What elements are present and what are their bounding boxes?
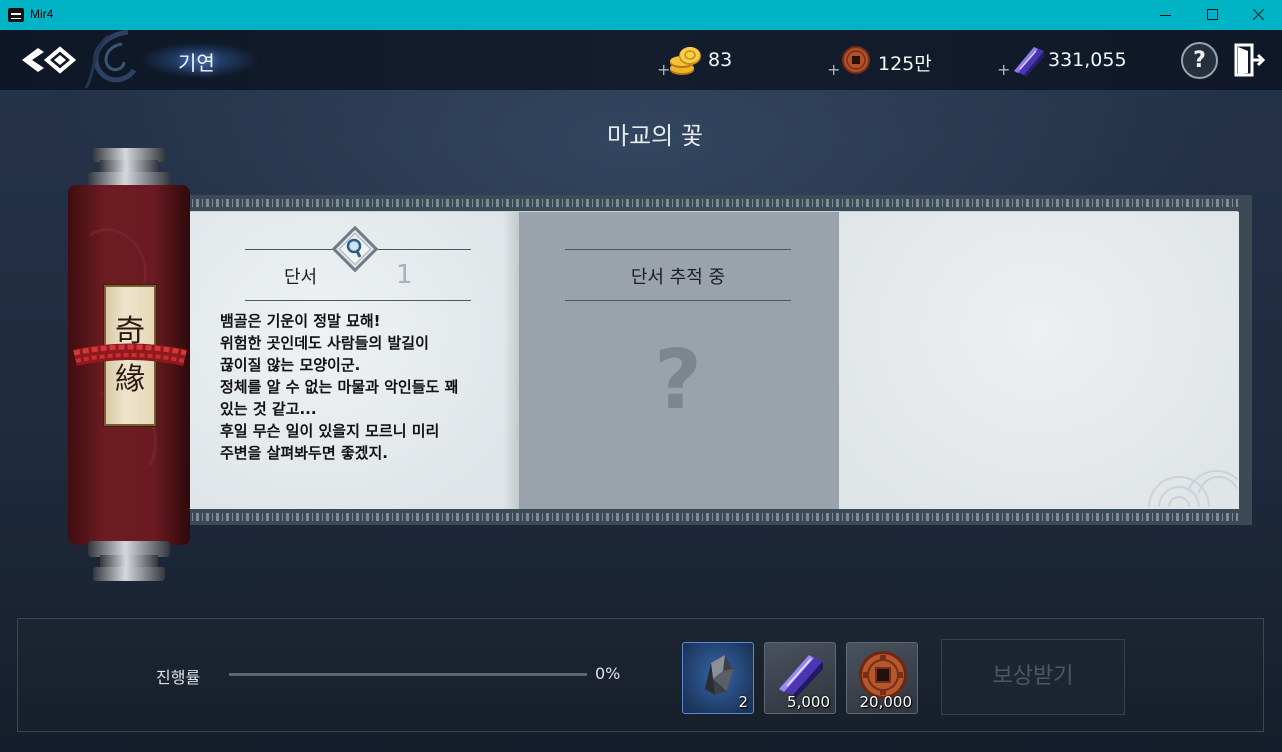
- gold-coins-icon: [670, 47, 701, 75]
- panel-paper: 단서 1 뱀골은 기운이 정말 묘해! 위험한 곳인데도 사람들의 발길이 끊이…: [186, 211, 1239, 509]
- quest-title: 마교의 꽃: [607, 122, 703, 150]
- scroll-rope: [73, 343, 187, 366]
- reward-slot[interactable]: 2: [682, 642, 754, 714]
- add-darksteel-button[interactable]: +: [997, 60, 1010, 79]
- clue-text: 뱀골은 기운이 정말 묘해! 위험한 곳인데도 사람들의 발길이 끊이질 않는 …: [220, 310, 458, 464]
- progress-percent: 0%: [595, 664, 621, 683]
- reward-slot[interactable]: 20,000: [846, 642, 918, 714]
- clue-title: 단서: [284, 267, 318, 288]
- progress-bar: [229, 673, 587, 676]
- clue-count: 1: [396, 260, 413, 290]
- darksteel-icon: [779, 655, 823, 699]
- clue-card[interactable]: 단서 1 뱀골은 기운이 정말 묘해! 위험한 곳인데도 사람들의 발길이 끊이…: [187, 212, 519, 509]
- reward-bar: 진행률 0% 2 5,000 20,000 보상받기: [17, 618, 1264, 732]
- maximize-button[interactable]: [1189, 0, 1235, 30]
- clue-divider-bottom: [245, 300, 471, 301]
- minimize-button[interactable]: [1143, 0, 1189, 30]
- reward-slot[interactable]: 5,000: [764, 642, 836, 714]
- reward-quantity: 5,000: [787, 693, 830, 711]
- tracking-divider-top: [565, 249, 791, 250]
- gold-amount: 83: [708, 49, 733, 71]
- panel-border-top: [186, 199, 1238, 207]
- copper-coin-icon: [842, 46, 870, 74]
- minimize-icon: [1160, 15, 1171, 16]
- add-copper-button[interactable]: +: [827, 60, 840, 79]
- clue-line: 주변을 살펴봐두면 좋겠지.: [220, 444, 388, 462]
- top-header: 기연 + 83 + 125만 + 331,055 ?: [0, 30, 1282, 90]
- back-arrow-icon: [22, 46, 77, 74]
- clue-line: 있는 것 같고...: [220, 400, 317, 418]
- tracking-divider-bottom: [565, 300, 791, 301]
- clue-line: 후일 무슨 일이 있을지 모르니 미리: [220, 422, 440, 440]
- quest-panel: 단서 1 뱀골은 기운이 정말 묘해! 위험한 곳인데도 사람들의 발길이 끊이…: [186, 195, 1252, 525]
- window-title-bar: Mir4: [0, 0, 1282, 30]
- clue-line: 뱀골은 기운이 정말 묘해!: [220, 312, 381, 330]
- back-button[interactable]: [20, 44, 77, 76]
- darksteel-amount: 331,055: [1048, 49, 1127, 71]
- magnifier-icon: [331, 225, 379, 273]
- tracking-title: 단서 추적 중: [630, 267, 726, 288]
- exit-door-icon: [1234, 43, 1266, 77]
- reward-quantity: 2: [738, 693, 748, 711]
- empty-card: [839, 212, 1239, 509]
- panel-border-bottom: [186, 513, 1238, 521]
- claim-reward-button[interactable]: 보상받기: [941, 639, 1125, 715]
- wave-ornament: [1148, 469, 1237, 507]
- screen-title: 기연: [178, 51, 215, 75]
- unknown-clue-mark: ?: [654, 333, 702, 428]
- darksteel-icon: [1014, 47, 1044, 77]
- clue-line: 위험한 곳인데도 사람들의 발길이: [220, 334, 429, 352]
- close-button[interactable]: [1235, 0, 1281, 30]
- progress-label: 진행률: [156, 668, 201, 687]
- clue-line: 정체를 알 수 없는 마물과 악인들도 꽤: [220, 378, 459, 396]
- copper-amount: 125만: [878, 53, 932, 75]
- maximize-icon: [1207, 9, 1218, 20]
- stone-icon: [705, 655, 733, 695]
- exit-button[interactable]: [1234, 43, 1266, 77]
- header-ornament: [84, 30, 137, 89]
- clue-line: 끊이질 않는 모양이군.: [220, 356, 361, 374]
- window-title: Mir4: [30, 7, 54, 21]
- help-button[interactable]: ?: [1181, 42, 1218, 79]
- game-screen: 기연 + 83 + 125만 + 331,055 ? 마교의 꽃 단서 1 뱀골…: [0, 30, 1282, 752]
- tracking-card[interactable]: 단서 추적 중 ?: [519, 212, 839, 509]
- reward-quantity: 20,000: [859, 693, 913, 711]
- app-icon: [8, 8, 24, 22]
